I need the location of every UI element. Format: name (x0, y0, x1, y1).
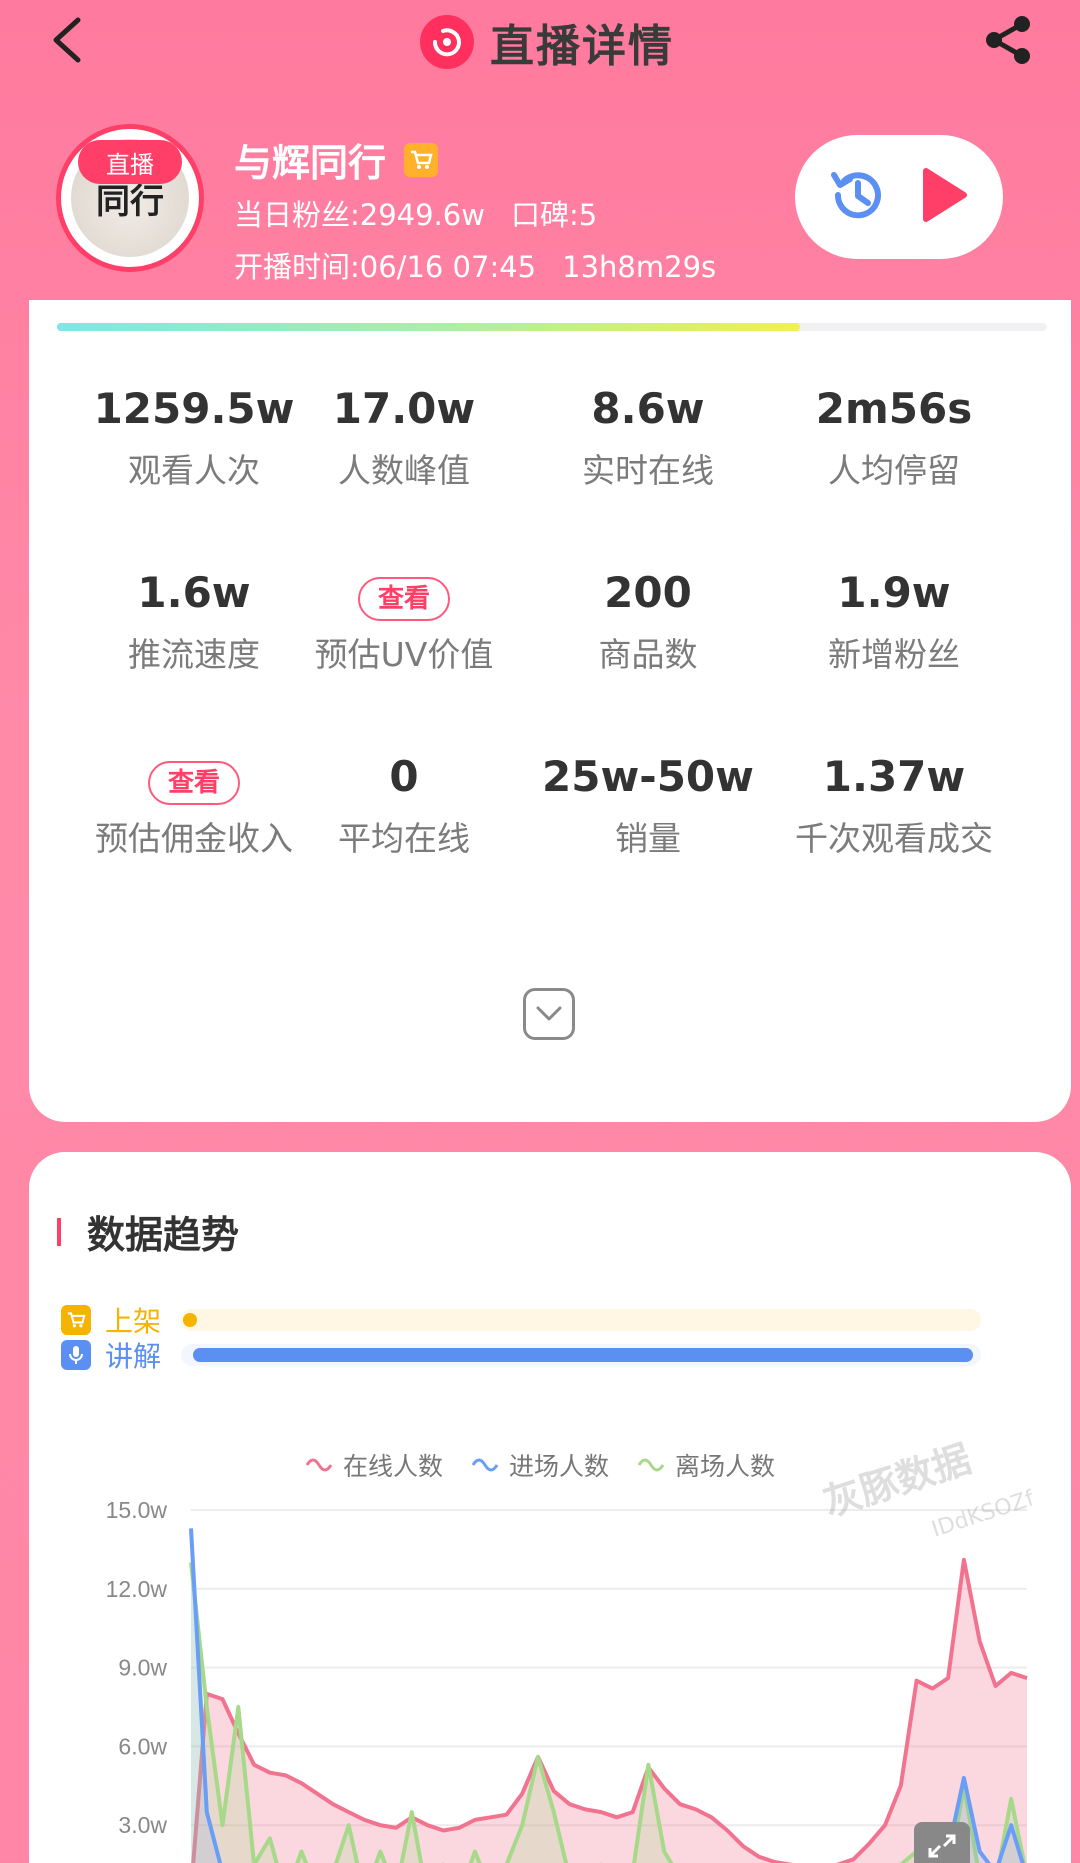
anchor-meta-time: 开播时间:06/16 07:45 13h8m29s (234, 244, 716, 286)
live-progress-bar (57, 323, 1047, 331)
stat-item: 0 平均在线 (281, 748, 527, 860)
live-progress-fill (57, 323, 800, 331)
stat-value: 200 (604, 568, 692, 617)
live-duration: 13h8m29s (562, 250, 717, 284)
expand-arrows-icon (928, 1834, 956, 1858)
stat-value: 1.9w (837, 568, 951, 617)
y-tick-label: 15.0w (106, 1497, 168, 1523)
stat-label: 商品数 (598, 635, 698, 674)
stat-value: 0 (389, 752, 419, 801)
view-button[interactable]: 查看 (147, 761, 240, 805)
track-label-shelf: 上架 (105, 1305, 162, 1338)
stat-item: 1.37w 千次观看成交 (771, 748, 1017, 860)
legend-label-leave: 离场人数 (675, 1452, 776, 1481)
stat-item: 17.0w 人数峰值 (281, 380, 527, 492)
stat-item: 2m56s 人均停留 (771, 380, 1017, 492)
shelf-cart-icon (61, 1305, 91, 1335)
anchor-meta-fans: 当日粉丝:2949.6w 口碑:5 (234, 192, 597, 234)
trend-chart[interactable]: 15.0w 12.0w 9.0w 6.0w 3.0w (29, 1492, 1071, 1863)
title-accent-bar (57, 1217, 61, 1246)
explain-segment[interactable] (193, 1348, 973, 1362)
y-tick-label: 12.0w (106, 1576, 168, 1602)
series-area (193, 1559, 1027, 1863)
y-tick-label: 6.0w (118, 1733, 167, 1759)
fullscreen-button[interactable] (914, 1822, 970, 1863)
stat-label: 销量 (615, 819, 681, 858)
wave-icon (471, 1458, 499, 1472)
explain-timeline[interactable] (181, 1344, 981, 1366)
stat-label: 预估UV价值 (314, 635, 494, 674)
y-tick-label: 9.0w (118, 1655, 167, 1681)
stat-item: 25w-50w 销量 (525, 748, 771, 860)
share-button[interactable] (980, 12, 1036, 68)
expand-button[interactable] (523, 988, 575, 1040)
shelf-timeline[interactable] (181, 1309, 981, 1331)
stat-item[interactable]: 查看预估UV价值 (281, 564, 527, 676)
view-button[interactable]: 查看 (357, 577, 450, 621)
header-bar: 直播详情 (0, 0, 1080, 110)
stat-value: 25w-50w (542, 752, 754, 801)
legend-online[interactable]: 在线人数 (305, 1447, 443, 1483)
stat-item: 1.9w 新增粉丝 (771, 564, 1017, 676)
chevron-down-icon (536, 1006, 562, 1021)
stat-item: 8.6w 实时在线 (525, 380, 771, 492)
track-label-explain: 讲解 (105, 1340, 162, 1373)
y-tick-label: 3.0w (118, 1812, 167, 1838)
stat-label: 人均停留 (828, 451, 960, 490)
stats-card: 1259.5w 观看人次 17.0w 人数峰值 8.6w 实时在线 2m56s 人均停留 1.6… (29, 300, 1071, 1122)
history-button[interactable] (826, 163, 890, 231)
shelf-marker[interactable] (183, 1313, 197, 1327)
start-time: 开播时间:06/16 07:45 (234, 250, 537, 284)
page-title: 直播详情 (490, 21, 674, 72)
microphone-icon (61, 1340, 91, 1370)
stat-label: 新增粉丝 (828, 635, 960, 674)
chart-legend: 在线人数 进场人数 离场人数 (305, 1447, 803, 1483)
legend-label-online: 在线人数 (343, 1452, 444, 1481)
stat-value: 17.0w (332, 384, 476, 433)
trend-title: 数据趋势 (87, 1213, 240, 1257)
stat-label: 平均在线 (338, 819, 470, 858)
play-button[interactable] (912, 163, 972, 231)
track-shelf: 上架 (61, 1300, 981, 1340)
stat-value: 8.6w (591, 384, 705, 433)
playback-actions (795, 135, 1003, 259)
legend-label-enter: 进场人数 (509, 1452, 610, 1481)
legend-enter[interactable]: 进场人数 (471, 1447, 609, 1483)
stat-value: 2m56s (815, 384, 973, 433)
anchor-name-row: 与辉同行 (234, 132, 439, 187)
play-icon (923, 168, 967, 222)
reputation: 口碑:5 (510, 198, 598, 232)
stat-item: 200 商品数 (525, 564, 771, 676)
fans-count: 当日粉丝:2949.6w (234, 198, 485, 232)
chevron-left-icon (53, 17, 81, 63)
track-explain: 讲解 (61, 1335, 981, 1375)
app-logo-icon (420, 15, 474, 69)
history-icon (831, 172, 881, 219)
stat-label: 人数峰值 (338, 451, 470, 490)
stat-label: 千次观看成交 (795, 819, 993, 858)
back-button[interactable] (42, 12, 98, 68)
title-group: 直播详情 (420, 12, 674, 72)
shop-cart-icon (404, 142, 439, 177)
anchor-name: 与辉同行 (234, 141, 387, 185)
stat-value: 1.37w (822, 752, 966, 801)
live-badge: 直播 (78, 140, 182, 184)
trend-card: 数据趋势 上架 讲解 在线人数 进场人数 离场人数 15.0w 12.0w 9.… (29, 1152, 1071, 1863)
legend-leave[interactable]: 离场人数 (637, 1447, 775, 1483)
trend-title-row: 数据趋势 (57, 1204, 239, 1259)
wave-icon (637, 1458, 665, 1472)
stat-label: 实时在线 (582, 451, 714, 490)
wave-icon (305, 1458, 333, 1472)
share-icon (986, 16, 1030, 64)
